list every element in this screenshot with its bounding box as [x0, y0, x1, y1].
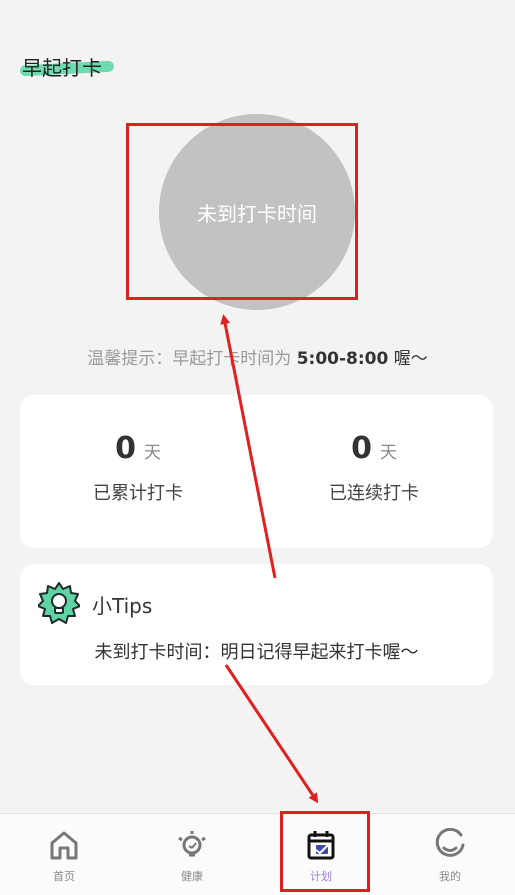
stat-label: 已累计打卡	[93, 483, 183, 504]
hint-time-range: 5:00-8:00	[296, 349, 389, 369]
tab-health[interactable]: 健康	[128, 814, 256, 895]
page-title: 早起打卡	[22, 56, 102, 80]
stat-total-checkins: 0天 已累计打卡	[20, 395, 256, 548]
annotation-box-checkin	[126, 123, 358, 300]
annotation-arrow-down	[224, 664, 319, 804]
smile-icon	[435, 827, 465, 857]
hint-suffix: 喔～	[393, 349, 428, 369]
tab-label: 健康	[181, 870, 203, 883]
stats-card: 0天 已累计打卡 0天 已连续打卡	[20, 395, 493, 548]
stat-consecutive-checkins: 0天 已连续打卡	[256, 395, 492, 548]
stat-unit: 天	[143, 443, 161, 463]
tips-title: 小Tips	[92, 594, 153, 618]
hint-prefix: 温馨提示：早起打卡时间为	[87, 349, 292, 369]
home-icon	[50, 831, 78, 860]
lightbulb-icon	[178, 831, 206, 857]
tips-body: 未到打卡时间：明日记得早起来打卡喔～	[94, 642, 419, 663]
stat-unit: 天	[379, 443, 397, 463]
lightbulb-badge-icon	[38, 582, 80, 624]
tab-home[interactable]: 首页	[0, 814, 128, 895]
bottom-tab-bar: 首页 健康 计划 我的	[0, 813, 515, 895]
tab-me[interactable]: 我的	[386, 814, 514, 895]
checkin-hint: 温馨提示：早起打卡时间为 5:00-8:00 喔～	[0, 344, 515, 369]
tab-label: 我的	[439, 870, 461, 883]
tab-label: 首页	[53, 870, 75, 883]
tips-card: 小Tips 未到打卡时间：明日记得早起来打卡喔～	[20, 564, 493, 685]
stat-label: 已连续打卡	[329, 483, 419, 504]
annotation-box-plan-tab	[280, 811, 370, 892]
stat-value: 0	[351, 431, 372, 466]
stat-value: 0	[115, 431, 136, 466]
